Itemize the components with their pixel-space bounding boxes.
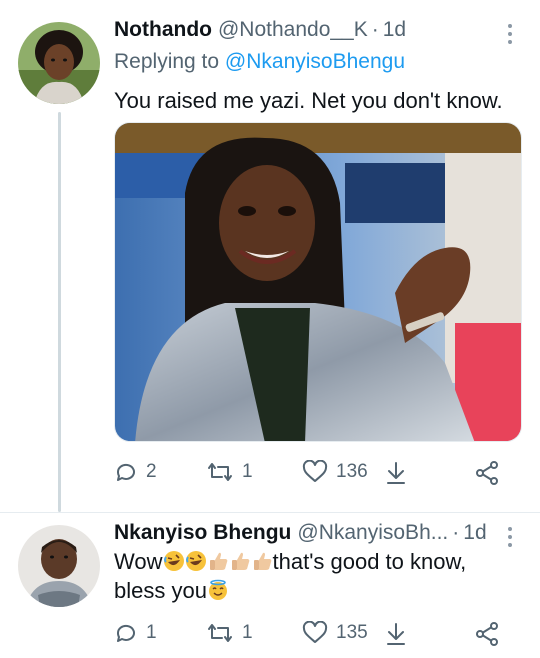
like-icon xyxy=(302,621,328,643)
tweet-text-start: Wow xyxy=(114,549,163,574)
timestamp[interactable]: 1d xyxy=(463,521,486,545)
display-name[interactable]: Nkanyiso Bhengu xyxy=(114,521,291,545)
tweet-text: Wow that's good to know, bless you xyxy=(114,547,514,605)
like-button[interactable]: 135 xyxy=(302,621,368,645)
like-button[interactable]: 136 xyxy=(302,460,368,484)
tweet-text: You raised me yazi. Net you don't know. xyxy=(114,88,503,113)
reply-icon xyxy=(116,463,135,481)
mention-link[interactable]: @NkanyisoBhengu xyxy=(225,50,405,73)
reply-button[interactable]: 2 xyxy=(114,460,157,484)
avatar-photo xyxy=(18,525,100,607)
retweet-icon xyxy=(208,463,232,481)
more-icon[interactable] xyxy=(508,527,514,547)
media-photo xyxy=(115,123,521,441)
like-icon xyxy=(302,460,328,482)
avatar[interactable] xyxy=(18,22,100,104)
tweet-header: Nothando @Nothando__K · 1d xyxy=(114,18,406,42)
user-handle[interactable]: @NkanyisoBh... xyxy=(297,521,448,545)
rofl-emoji xyxy=(185,551,206,571)
replying-to-label: Replying to xyxy=(114,50,225,73)
like-count: 135 xyxy=(336,622,368,643)
separator: · xyxy=(452,521,460,544)
retweet-count: 1 xyxy=(242,622,253,643)
tweet-text-mid: that's good to know, xyxy=(272,549,467,574)
avatar-photo xyxy=(18,22,100,104)
thumbs-up-emoji xyxy=(253,552,271,570)
reply-count: 2 xyxy=(146,461,157,482)
like-count: 136 xyxy=(336,461,368,482)
retweet-count: 1 xyxy=(242,461,253,482)
download-button[interactable] xyxy=(384,621,408,647)
share-button[interactable] xyxy=(474,460,500,486)
tweet-header: Nkanyiso Bhengu @NkanyisoBh... · 1d xyxy=(114,521,487,545)
thumbs-up-emoji xyxy=(209,552,227,570)
tweet-nkanyiso[interactable]: Nkanyiso Bhengu @NkanyisoBh... · 1d Wow t… xyxy=(0,512,540,658)
avatar[interactable] xyxy=(18,525,100,607)
download-icon xyxy=(387,623,405,645)
timestamp[interactable]: 1d xyxy=(383,18,406,42)
tweet-text-line2: bless you xyxy=(114,578,207,603)
reply-count: 1 xyxy=(146,622,157,643)
tweet-nothando[interactable]: Nothando @Nothando__K · 1d Replying to @… xyxy=(0,0,540,512)
retweet-icon xyxy=(208,624,232,642)
share-button[interactable] xyxy=(474,621,500,647)
download-button[interactable] xyxy=(384,460,408,486)
share-icon xyxy=(476,461,498,485)
tweet-actions: 1 1 135 xyxy=(114,621,514,651)
halo-emoji xyxy=(208,579,227,600)
display-name[interactable]: Nothando xyxy=(114,18,212,42)
replying-to: Replying to @NkanyisoBhengu xyxy=(114,50,405,74)
rofl-emoji xyxy=(163,551,184,571)
reply-icon xyxy=(116,624,135,642)
retweet-button[interactable]: 1 xyxy=(206,621,253,645)
more-icon[interactable] xyxy=(508,24,514,44)
thumbs-up-emoji xyxy=(231,552,249,570)
reply-button[interactable]: 1 xyxy=(114,621,157,645)
retweet-button[interactable]: 1 xyxy=(206,460,253,484)
share-icon xyxy=(476,622,498,646)
download-icon xyxy=(387,462,405,484)
user-handle[interactable]: @Nothando__K xyxy=(218,18,368,42)
tweet-media-image[interactable] xyxy=(114,122,522,442)
separator: · xyxy=(371,18,379,41)
tweet-actions: 2 1 136 xyxy=(114,460,514,490)
